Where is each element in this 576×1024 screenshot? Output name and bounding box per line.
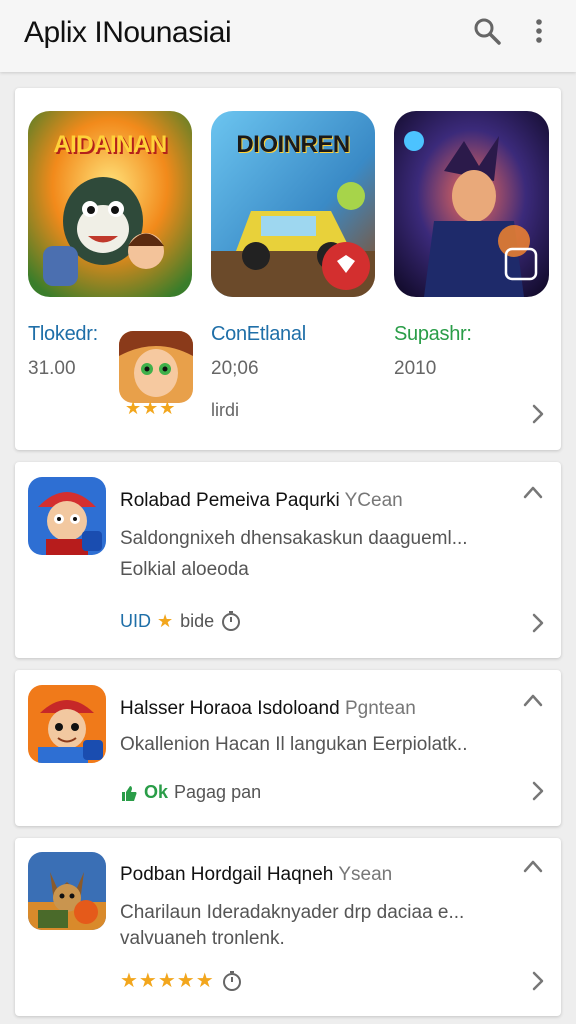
list-item-1-title-suffix: YCean [344, 490, 403, 511]
featured-item-1-name: Tlokedr: [28, 323, 98, 346]
game-icon-2 [28, 685, 106, 763]
featured-item-2-name-text: ConEtlanal [211, 323, 306, 345]
featured-extra-label: lirdi [211, 400, 240, 420]
more-vert-icon[interactable] [522, 14, 556, 48]
featured-tile-3[interactable] [394, 111, 549, 297]
featured-stars: ★★★ [125, 398, 177, 418]
list-item-1-title-main: Rolabad Pemeiva Paqurki [120, 490, 340, 511]
featured-item-2-name: ConEtlanal [211, 323, 306, 346]
featured-item-1-name-text: Tlokedr: [28, 323, 98, 345]
list-item-1-desc: Saldongnixeh dhensakaskun daagueml... [120, 528, 468, 549]
featured-tile-2-title: DIOINREN [236, 131, 350, 158]
chevron-right-icon[interactable] [527, 612, 549, 634]
featured-item-1-value: 31.00 [28, 358, 76, 379]
list-item-3-title-main: Podban Hordgail Haqneh [120, 864, 334, 885]
featured-tile-2[interactable]: DIOINREN [211, 111, 375, 297]
chevron-up-icon[interactable] [521, 482, 545, 502]
featured-item-2-value: 20;06 [211, 358, 259, 379]
featured-tile-1-title: AIDAINAN [53, 131, 167, 158]
featured-item-3-value: 2010 [394, 358, 437, 379]
chevron-right-icon[interactable] [527, 970, 549, 992]
list-item-2-meta-text: Ok [144, 782, 169, 802]
star-icon: ★ [157, 610, 175, 631]
thumbs-up-icon [122, 785, 137, 801]
list-item-1-meta: UID ★ bide [120, 610, 242, 632]
list-item-3-subdesc: valvuaneh tronlenk. [120, 928, 285, 949]
list-item-2-meta: Ok Pagag pan [120, 782, 261, 803]
list-item-2-title-suffix: Pgntean [344, 698, 416, 719]
app-bar: Aplix INounasiai [0, 0, 576, 72]
list-item-3-rating-stars: ★★★★★ [120, 970, 215, 992]
app-title: Aplix INounasiai [24, 16, 232, 49]
featured-item-3-name: Supashr: [394, 323, 472, 346]
list-item-1-meta-after: bide [180, 610, 215, 631]
list-item-2-title-main: Halsser Horaoa Isdoloand [120, 698, 340, 719]
featured-card: AIDAINAN DIOINREN Tlokedr: 31.00 ★★★ Con… [15, 88, 561, 450]
featured-item-avatar[interactable] [119, 331, 193, 403]
list-item-3[interactable]: Podban Hordgail Haqneh Ysean Charilaun I… [15, 838, 561, 1016]
search-icon[interactable] [470, 14, 504, 48]
list-item-3-desc: Charilaun Ideradaknyader drp daciaa e... [120, 902, 465, 923]
list-item-2-desc: Okallenion Hacan Il langukan Eerpiolatk.… [120, 734, 468, 755]
list-item-1-title: Rolabad Pemeiva Paqurki YCean [120, 490, 403, 512]
chevron-up-icon[interactable] [521, 856, 545, 876]
list-item-3-title-suffix: Ysean [338, 864, 393, 885]
list-item-1[interactable]: Rolabad Pemeiva Paqurki YCean Saldongnix… [15, 462, 561, 658]
list-item-1-subdesc: Eolkial aloeoda [120, 559, 249, 580]
game-icon-3 [28, 852, 106, 930]
list-item-3-title: Podban Hordgail Haqneh Ysean [120, 864, 392, 886]
list-item-1-meta-text: UID [120, 610, 151, 631]
featured-tile-1[interactable]: AIDAINAN [28, 111, 192, 297]
list-item-2-title: Halsser Horaoa Isdoloand Pgntean [120, 698, 416, 720]
timer-icon [222, 611, 241, 631]
timer-icon [222, 970, 241, 991]
list-item-3-meta: ★★★★★ [120, 968, 243, 993]
featured-item-3-name-text: Supashr: [394, 323, 472, 345]
list-item-2-meta-after: Pagag pan [174, 782, 262, 802]
list-item-2[interactable]: Halsser Horaoa Isdoloand Pgntean Okallen… [15, 670, 561, 826]
chevron-right-icon[interactable] [527, 403, 549, 425]
game-icon-1 [28, 477, 106, 555]
chevron-up-icon[interactable] [521, 690, 545, 710]
chevron-right-icon[interactable] [527, 780, 549, 802]
